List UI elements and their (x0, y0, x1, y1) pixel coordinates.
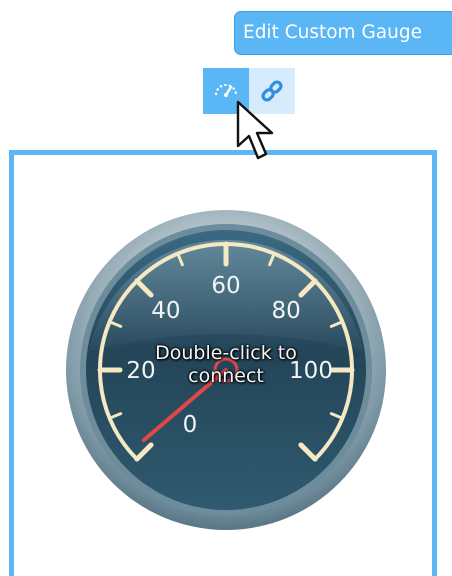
widget-toolbar (203, 68, 295, 114)
gauge-tick-label: 100 (289, 358, 333, 384)
link-tool-button[interactable] (249, 68, 295, 114)
edit-custom-gauge-button[interactable]: Edit Custom Gauge (234, 11, 452, 55)
gauge-zero-label: 0 (183, 412, 198, 438)
gauge-tool-button[interactable] (203, 68, 249, 114)
link-icon (261, 80, 283, 102)
canvas: Edit Custom Gauge 20 40 60 80 100 0 Doub… (0, 0, 452, 576)
gauge-tick-label: 60 (211, 273, 240, 299)
custom-gauge[interactable]: 20 40 60 80 100 0 (65, 209, 387, 531)
gauge-tick-label: 40 (151, 298, 180, 324)
gauge-needle-icon (215, 84, 237, 97)
gauge-tick-label: 80 (271, 298, 300, 324)
gauge-tick-label: 20 (126, 358, 155, 384)
